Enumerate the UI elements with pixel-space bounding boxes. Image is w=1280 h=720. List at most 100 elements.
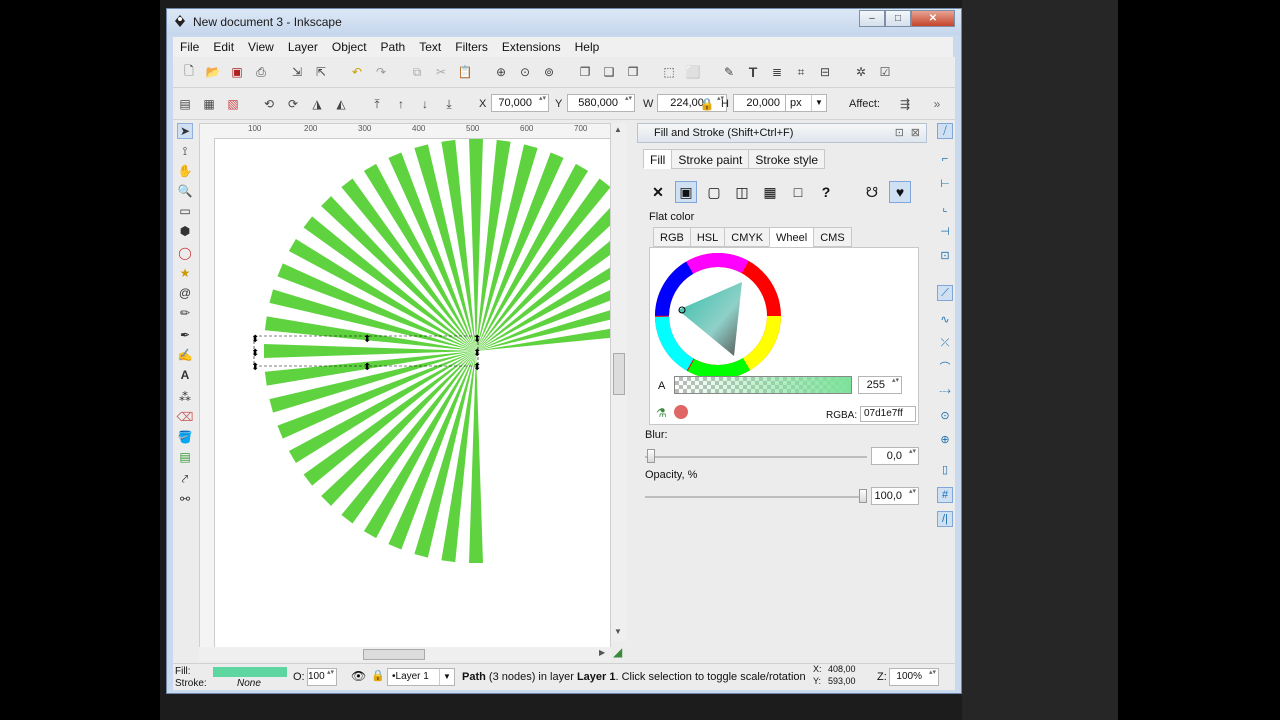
panel-iconify-icon[interactable]: ⊡ [895,124,904,142]
fill-rule-evenodd-icon[interactable]: ☋ [861,181,883,203]
snap-bbox-edge-icon[interactable]: ⊢ [937,175,953,191]
scale-handle-icon[interactable]: ⬍ [251,334,259,345]
sunburst-artwork[interactable]: ⬍ ⬍ ⬍ ⬍ ⬍ ⬍ ⬍ ⬍ [214,138,611,661]
tab-rgb[interactable]: RGB [653,227,691,247]
snap-midpoints-icon[interactable]: ⤏ [937,383,953,399]
zoom-drawing-icon[interactable]: ⊙ [517,64,533,80]
tab-wheel[interactable]: Wheel [769,227,815,247]
new-document-icon[interactable]: 🗋 [181,64,197,80]
ungroup-icon[interactable]: ⬜ [685,64,701,80]
maximize-button[interactable]: □ [885,10,911,27]
fill-swatch[interactable] [213,667,287,677]
tab-stroke-style[interactable]: Stroke style [748,149,826,169]
star-tool-icon[interactable]: ★ [177,265,193,281]
x-spinbox[interactable]: 70,000 [491,94,549,112]
zoom-page-icon[interactable]: ⊚ [541,64,557,80]
node-tool-icon[interactable]: ⟟ [177,143,193,159]
import-icon[interactable]: ⇲ [289,64,305,80]
blur-spinbox[interactable]: 0,0 [871,447,919,465]
color-wheel[interactable] [654,252,782,380]
scale-handle-icon[interactable]: ⬍ [251,348,259,359]
menu-view[interactable]: View [241,40,281,54]
snap-rotation-center-icon[interactable]: ⊕ [937,431,953,447]
menu-extensions[interactable]: Extensions [495,40,568,54]
redo-icon[interactable]: ↷ [373,64,389,80]
title-bar[interactable]: New document 3 - Inkscape – □ ✕ [167,9,961,35]
fill-stroke-icon[interactable]: ✎ [721,64,737,80]
cut-icon[interactable]: ✂ [433,64,449,80]
w-spinbox[interactable]: 224,000 [657,94,727,112]
horizontal-scrollbar[interactable]: ▶ [199,647,611,661]
raise-icon[interactable]: ↑ [393,96,409,112]
rgba-field[interactable]: 07d1e7ff [860,406,916,422]
scale-handle-icon[interactable]: ⬍ [363,334,371,345]
blur-slider-track[interactable] [645,456,867,458]
menu-edit[interactable]: Edit [206,40,241,54]
pen-tool-icon[interactable]: ✒ [177,327,193,343]
scroll-up-arrow-icon[interactable]: ▲ [614,125,622,134]
overflow-chevron-icon[interactable]: » [929,96,945,112]
menu-text[interactable]: Text [412,40,448,54]
canvas-corner-icon[interactable]: ◢ [613,645,622,659]
snap-centers-icon[interactable]: ⊙ [937,407,953,423]
snap-toggle-icon[interactable]: ⧸ [937,123,953,139]
layer-dropdown[interactable]: •Layer 1 ▼ [387,668,455,686]
snap-bbox-midpoint-icon[interactable]: ⊣ [937,223,953,239]
y-spinbox[interactable]: 580,000 [567,94,635,112]
snap-page-icon[interactable]: ▯ [937,461,953,477]
linear-gradient-icon[interactable]: ▢ [703,181,725,203]
eraser-tool-icon[interactable]: ⌫ [177,409,194,425]
scale-handle-icon[interactable]: ⬍ [473,362,481,373]
lower-icon[interactable]: ↓ [417,96,433,112]
raise-to-top-icon[interactable]: ⤒ [369,96,385,112]
menu-help[interactable]: Help [568,40,607,54]
blur-slider-knob[interactable] [647,449,655,463]
group-icon[interactable]: ⬚ [661,64,677,80]
unlink-clone-icon[interactable]: ❒ [625,64,641,80]
undo-icon[interactable]: ↶ [349,64,365,80]
clone-icon[interactable]: ❑ [601,64,617,80]
deselect-icon[interactable]: ▧ [225,96,241,112]
export-icon[interactable]: ⇱ [313,64,329,80]
dropper-tool-icon[interactable]: ⤤ [177,471,193,487]
tab-fill[interactable]: Fill [643,149,673,169]
alpha-spinbox[interactable]: 255 [858,376,902,394]
alpha-slider[interactable] [674,376,852,394]
flat-color-icon[interactable]: ▣ [675,181,697,203]
print-icon[interactable]: ⎙ [253,64,269,80]
scale-handle-icon[interactable]: ⬍ [473,348,481,359]
open-icon[interactable]: 📂 [205,64,221,80]
menu-layer[interactable]: Layer [281,40,325,54]
panel-close-icon[interactable]: ⊠ [911,124,920,142]
affect-options-icon[interactable]: ⇶ [897,96,913,112]
no-paint-icon[interactable]: ✕ [647,181,669,203]
text-font-icon[interactable]: T [745,64,761,80]
zoom-selection-icon[interactable]: ⊕ [493,64,509,80]
scale-handle-icon[interactable]: ⬍ [363,362,371,373]
tab-stroke-paint[interactable]: Stroke paint [671,149,750,169]
pattern-icon[interactable]: ▦ [759,181,781,203]
stroke-value[interactable]: None [237,678,261,689]
lower-to-bottom-icon[interactable]: ⤓ [441,96,457,112]
vertical-scroll-thumb[interactable] [613,353,625,395]
box-3d-tool-icon[interactable]: ⬢ [177,223,193,239]
drawing-canvas[interactable]: 100 200 300 400 500 600 700 ⬍ ⬍ ⬍ ⬍ ⬍ ⬍ ⬍ ⬍ [199,123,611,661]
select-all-layers-icon[interactable]: ▦ [201,96,217,112]
vertical-ruler[interactable] [200,138,215,658]
vertical-scrollbar[interactable]: ▲ ▼ [611,123,627,641]
unset-paint-icon[interactable]: ? [815,181,837,203]
pencil-tool-icon[interactable]: ✏ [177,305,193,321]
lock-ratio-icon[interactable]: 🔒 [699,96,715,112]
tab-cmyk[interactable]: CMYK [724,227,771,247]
tweak-tool-icon[interactable]: ✋ [177,163,193,179]
connector-tool-icon[interactable]: ⚯ [177,491,193,507]
opacity-spinbox[interactable]: 100,0 [871,487,919,505]
zoom-tool-icon[interactable]: 🔍 [177,183,193,199]
opacity-slider-knob[interactable] [859,489,867,503]
snap-nodes-icon[interactable]: ⟋ [937,285,953,301]
scale-handle-icon[interactable]: ⬍ [251,362,259,373]
snap-smooth-nodes-icon[interactable]: ⌒ [937,359,953,375]
snap-guide-icon[interactable]: /| [937,511,953,527]
minimize-button[interactable]: – [859,10,885,27]
paint-bucket-tool-icon[interactable]: 🪣 [177,429,193,445]
